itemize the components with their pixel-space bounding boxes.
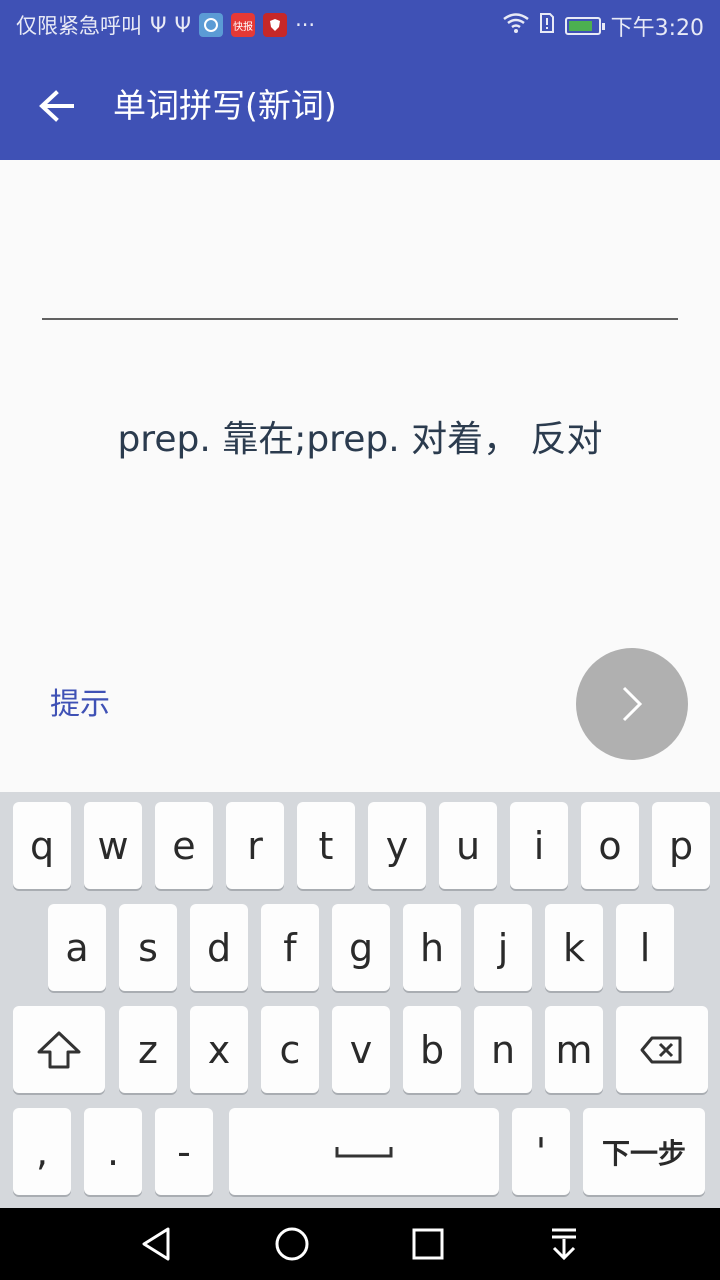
more-notifications-icon: ···	[295, 13, 316, 37]
page-title: 单词拼写(新词)	[113, 86, 337, 125]
backspace-icon	[640, 1036, 682, 1063]
next-step-key[interactable]: 下一步	[583, 1108, 705, 1195]
wifi-icon	[502, 13, 529, 39]
key-u[interactable]: u	[439, 802, 497, 889]
space-bar-icon	[335, 1146, 393, 1157]
answer-input[interactable]	[42, 260, 678, 316]
key-k[interactable]: k	[545, 904, 603, 991]
status-left: 仅限紧急呼叫 Ψ Ψ 快报 ···	[16, 10, 315, 40]
browser-app-icon	[199, 13, 224, 37]
key-m[interactable]: m	[545, 1006, 603, 1093]
key-l[interactable]: l	[616, 904, 674, 991]
key-o[interactable]: o	[581, 802, 639, 889]
key-c[interactable]: c	[261, 1006, 319, 1093]
clock-text: 下午3:20	[610, 16, 704, 41]
arrow-down-bar-icon	[552, 1228, 576, 1261]
key-a[interactable]: a	[48, 904, 106, 991]
answer-underline	[42, 318, 678, 320]
key-j[interactable]: j	[474, 904, 532, 991]
system-nav-bar	[0, 1208, 720, 1280]
soft-keyboard: q w e r t y u i o p a s d f g h j k l z …	[0, 792, 720, 1208]
nav-back-button[interactable]	[134, 1224, 178, 1264]
usb-icon: Ψ	[174, 13, 192, 37]
news-app-icon: 快报	[231, 13, 256, 37]
backspace-key[interactable]	[616, 1006, 708, 1093]
key-b[interactable]: b	[403, 1006, 461, 1093]
key-f[interactable]: f	[261, 904, 319, 991]
word-definition: prep. 靠在;prep. 对着， 反对	[117, 419, 603, 460]
key-hyphen[interactable]: -	[155, 1108, 213, 1195]
app-bar: 单词拼写(新词)	[0, 50, 720, 160]
key-r[interactable]: r	[226, 802, 284, 889]
square-recents-icon	[412, 1228, 444, 1260]
arrow-left-icon	[39, 90, 74, 122]
nav-recents-button[interactable]	[406, 1224, 450, 1264]
triangle-back-icon	[142, 1227, 170, 1261]
status-bar: 仅限紧急呼叫 Ψ Ψ 快报 ··· 下午3:20	[0, 0, 720, 50]
chevron-right-icon	[622, 686, 643, 722]
key-period[interactable]: .	[84, 1108, 142, 1195]
space-key[interactable]	[229, 1108, 499, 1195]
status-right: 下午3:20	[502, 10, 704, 42]
key-n[interactable]: n	[474, 1006, 532, 1093]
key-p[interactable]: p	[652, 802, 710, 889]
usb-icon: Ψ	[150, 13, 167, 37]
key-d[interactable]: d	[190, 904, 248, 991]
shield-app-icon	[263, 13, 288, 37]
key-apostrophe[interactable]: '	[512, 1108, 570, 1195]
sim-alert-icon	[539, 12, 555, 40]
key-g[interactable]: g	[332, 904, 390, 991]
key-h[interactable]: h	[403, 904, 461, 991]
battery-icon	[564, 17, 605, 35]
battery-level	[568, 21, 593, 31]
key-w[interactable]: w	[84, 802, 142, 889]
nav-home-button[interactable]	[270, 1224, 314, 1264]
key-s[interactable]: s	[119, 904, 177, 991]
key-q[interactable]: q	[13, 802, 71, 889]
key-z[interactable]: z	[119, 1006, 177, 1093]
shift-key[interactable]	[13, 1006, 105, 1093]
key-e[interactable]: e	[155, 802, 213, 889]
key-x[interactable]: x	[190, 1006, 248, 1093]
key-v[interactable]: v	[332, 1006, 390, 1093]
carrier-text: 仅限紧急呼叫	[16, 14, 142, 38]
nav-hide-keyboard-button[interactable]	[542, 1224, 586, 1264]
key-t[interactable]: t	[297, 802, 355, 889]
key-y[interactable]: y	[368, 802, 426, 889]
back-button[interactable]	[30, 84, 82, 128]
circle-home-icon	[275, 1227, 309, 1261]
next-word-button[interactable]	[576, 648, 688, 760]
key-comma[interactable]: ,	[13, 1108, 71, 1195]
hint-button[interactable]: 提示	[50, 684, 110, 726]
shift-arrow-icon	[37, 1031, 81, 1068]
key-i[interactable]: i	[510, 802, 568, 889]
